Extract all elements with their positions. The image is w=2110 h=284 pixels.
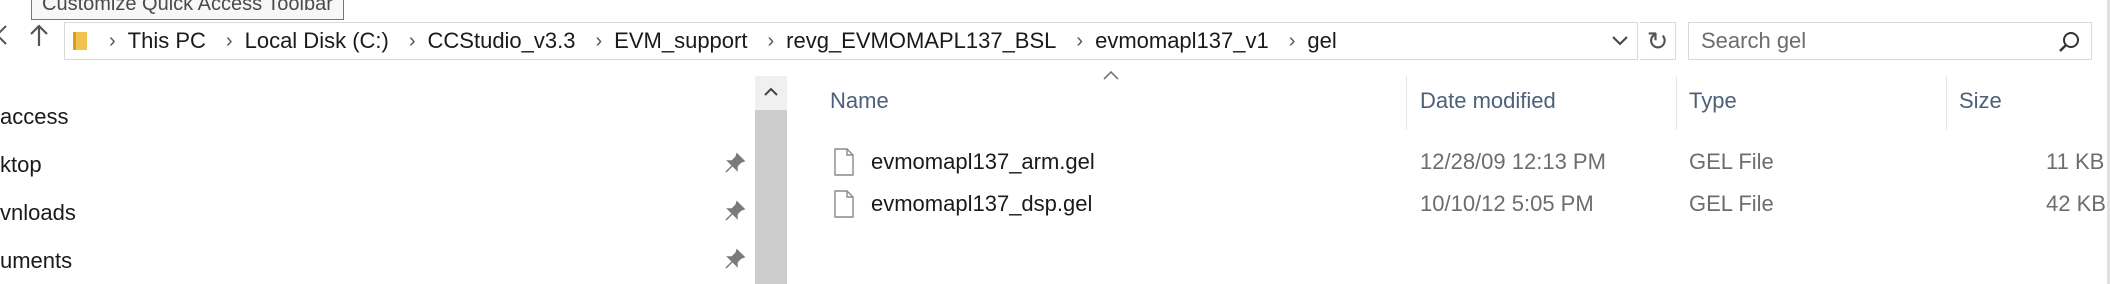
chevron-up-icon bbox=[764, 87, 778, 96]
nav-item-documents[interactable]: uments bbox=[0, 248, 72, 274]
column-divider[interactable] bbox=[1946, 76, 1947, 130]
column-header-date-modified[interactable]: Date modified bbox=[1420, 88, 1556, 114]
folder-icon bbox=[65, 23, 101, 59]
file-type: GEL File bbox=[1689, 191, 1774, 216]
breadcrumb-separator[interactable]: › bbox=[759, 30, 786, 53]
chevron-left-icon bbox=[0, 25, 7, 45]
breadcrumb-item-revg-bsl[interactable]: revg_EVMOMAPL137_BSL bbox=[786, 28, 1068, 54]
tooltip: Customize Quick Access Toolbar bbox=[31, 0, 344, 20]
breadcrumb-item-this-pc[interactable]: This PC bbox=[128, 28, 218, 54]
up-button[interactable] bbox=[26, 22, 52, 52]
pin-icon[interactable] bbox=[724, 152, 746, 174]
column-header-size[interactable]: Size bbox=[1959, 88, 2002, 114]
file-icon bbox=[834, 148, 854, 176]
file-type: GEL File bbox=[1689, 149, 1774, 174]
column-header-name[interactable]: Name bbox=[830, 88, 889, 114]
breadcrumb-separator[interactable]: › bbox=[588, 30, 615, 53]
breadcrumb-separator[interactable]: › bbox=[101, 30, 128, 53]
breadcrumb-separator[interactable]: › bbox=[1281, 30, 1308, 53]
breadcrumb-item-evm-support[interactable]: EVM_support bbox=[614, 28, 759, 54]
pin-icon[interactable] bbox=[724, 248, 746, 270]
breadcrumb-separator[interactable]: › bbox=[401, 30, 428, 53]
nav-item-desktop[interactable]: ktop bbox=[0, 152, 42, 178]
pin-icon[interactable] bbox=[724, 200, 746, 222]
file-row[interactable]: evmomapl137_arm.gel 12/28/09 12:13 PM GE… bbox=[790, 141, 2110, 183]
search-placeholder: Search gel bbox=[1701, 28, 1807, 53]
file-date-modified: 10/10/12 5:05 PM bbox=[1420, 191, 1594, 216]
sort-indicator-icon bbox=[1103, 70, 1119, 80]
file-name[interactable]: evmomapl137_arm.gel bbox=[871, 141, 1095, 183]
nav-item-quick-access[interactable]: access bbox=[0, 104, 68, 130]
scroll-up-button[interactable] bbox=[755, 76, 787, 108]
refresh-icon: ↻ bbox=[1646, 26, 1669, 56]
search-input[interactable]: Search gel bbox=[1688, 22, 2092, 60]
file-name[interactable]: evmomapl137_dsp.gel bbox=[871, 183, 1092, 225]
refresh-button[interactable]: ↻ bbox=[1640, 22, 1676, 60]
nav-item-downloads[interactable]: vnloads bbox=[0, 200, 76, 226]
arrow-up-icon bbox=[30, 24, 48, 46]
chevron-down-icon bbox=[1612, 36, 1628, 46]
address-history-dropdown[interactable] bbox=[1606, 22, 1634, 60]
file-row[interactable]: evmomapl137_dsp.gel 10/10/12 5:05 PM GEL… bbox=[790, 183, 2110, 225]
breadcrumb-separator[interactable]: › bbox=[218, 30, 245, 53]
column-header-type[interactable]: Type bbox=[1689, 88, 1737, 114]
file-icon bbox=[834, 190, 854, 218]
breadcrumb-item-local-disk[interactable]: Local Disk (C:) bbox=[245, 28, 401, 54]
scroll-thumb[interactable] bbox=[755, 110, 787, 284]
column-divider[interactable] bbox=[1676, 76, 1677, 130]
column-divider[interactable] bbox=[1406, 76, 1407, 130]
breadcrumb-item-evmomapl137-v1[interactable]: evmomapl137_v1 bbox=[1095, 28, 1281, 54]
file-size: 11 KB bbox=[2046, 149, 2105, 174]
breadcrumb-separator[interactable]: › bbox=[1068, 30, 1095, 53]
file-date-modified: 12/28/09 12:13 PM bbox=[1420, 149, 1606, 174]
breadcrumb-item-ccstudio[interactable]: CCStudio_v3.3 bbox=[428, 28, 588, 54]
breadcrumb-item-gel[interactable]: gel bbox=[1307, 28, 1348, 54]
address-bar[interactable]: › This PC › Local Disk (C:) › CCStudio_v… bbox=[64, 22, 1638, 60]
back-button[interactable] bbox=[0, 22, 8, 52]
breadcrumb: › This PC › Local Disk (C:) › CCStudio_v… bbox=[65, 23, 1349, 59]
search-icon[interactable] bbox=[2057, 30, 2081, 54]
file-size: 42 KB bbox=[2046, 191, 2106, 216]
